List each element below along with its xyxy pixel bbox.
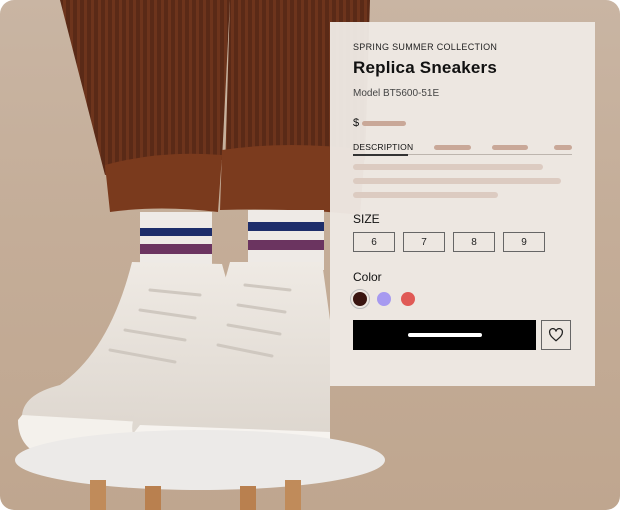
tab-placeholder-1[interactable] — [434, 145, 471, 150]
price-placeholder — [362, 120, 407, 126]
tab-description[interactable]: DESCRIPTION — [353, 140, 413, 154]
color-swatch[interactable] — [401, 292, 415, 306]
size-options: 6 7 8 9 — [353, 232, 572, 252]
price: $ — [353, 116, 572, 130]
size-option[interactable]: 8 — [453, 232, 495, 252]
size-option[interactable]: 7 — [403, 232, 445, 252]
color-options — [350, 289, 572, 309]
description-line — [353, 164, 543, 170]
color-swatch[interactable] — [377, 292, 391, 306]
size-label: SIZE — [353, 212, 380, 226]
wishlist-button[interactable] — [541, 320, 571, 350]
product-tabs: DESCRIPTION — [353, 140, 573, 164]
active-tab-indicator — [353, 154, 408, 156]
description-line — [353, 192, 498, 198]
size-option[interactable]: 9 — [503, 232, 545, 252]
color-label: Color — [353, 270, 382, 284]
product-card: SPRING SUMMER COLLECTION Replica Sneaker… — [330, 22, 595, 386]
heart-icon — [548, 328, 564, 342]
add-to-cart-button[interactable] — [353, 320, 536, 350]
size-option[interactable]: 6 — [353, 232, 395, 252]
description-line — [353, 178, 561, 184]
collection-label: SPRING SUMMER COLLECTION — [353, 42, 498, 52]
product-model: Model BT5600-51E — [353, 88, 440, 99]
description-text — [353, 164, 572, 198]
tab-placeholder-3[interactable] — [554, 145, 573, 150]
color-swatch[interactable] — [350, 289, 370, 309]
tab-placeholder-2[interactable] — [491, 145, 529, 150]
button-label-placeholder — [407, 333, 482, 337]
product-promo: SPRING SUMMER COLLECTION Replica Sneaker… — [0, 0, 620, 510]
currency-symbol: $ — [353, 117, 360, 129]
product-actions — [353, 320, 572, 350]
product-title: Replica Sneakers — [353, 58, 498, 77]
